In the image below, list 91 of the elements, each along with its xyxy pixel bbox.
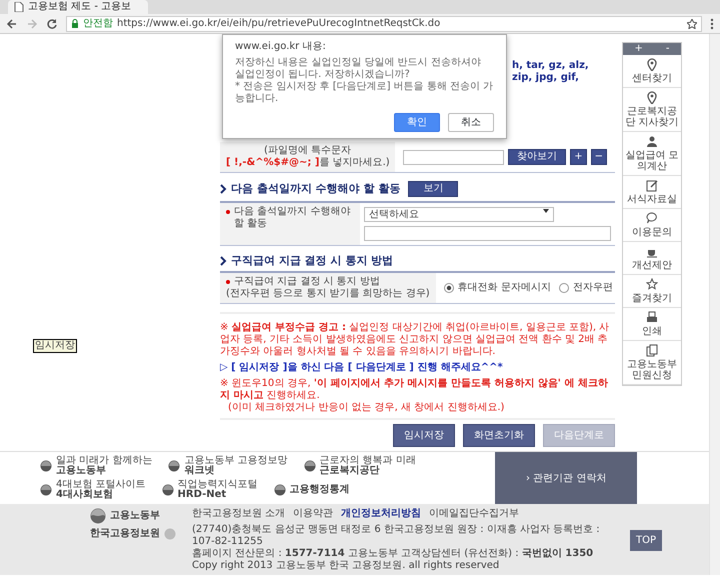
footer-link[interactable]: 이용약관 bbox=[293, 508, 334, 520]
partner-logo-icon bbox=[40, 484, 52, 496]
ministry-logo-text: 고용노동부 bbox=[110, 510, 160, 522]
logo-name[interactable]: HRD-Net bbox=[178, 490, 258, 500]
action-button[interactable]: 임시저장 bbox=[393, 424, 455, 448]
logo-caption: 4대보험 포털사이트 bbox=[56, 480, 146, 490]
notice-text: ▷ [ 임시저장 ]을 하신 다음 [ 다음단계로 ] 진행 해주세요^^* bbox=[220, 362, 504, 374]
quick-menu-item[interactable]: 센터찾기 bbox=[623, 55, 681, 88]
remove-button[interactable]: − bbox=[590, 149, 607, 165]
footer-link[interactable]: 이메일집단수집거부 bbox=[429, 508, 520, 520]
radio-label[interactable]: 휴대전화 문자메시지 bbox=[458, 282, 551, 294]
quick-menu-item[interactable]: 고용노동부 민원신청 bbox=[623, 341, 681, 385]
view-button[interactable]: 보기 bbox=[408, 181, 458, 197]
notice-text: ※ 실업급여 부정수급 경고 : 실업인정 대상기간에 취업(아르바이트, 일용근로 포함), 사업자 등록, 기타 소득이 발생하였음에도 신고하지 않으면 실업급여 전액 환수 및 2배 추가징수와 아울러 형사처벌 될 수 있음을 유의하시기 바랍니다. bbox=[220, 322, 610, 358]
quick-menu-item[interactable]: 개선제안 bbox=[623, 242, 681, 275]
institute-logo-text: 한국고용정보원 bbox=[90, 528, 160, 540]
notice-text: ※ 윈도우10의 경우, '이 페이지에서 추가 메시지를 만들도록 허용하지 않음' 에 체크하지 마시고 진행하세요. bbox=[220, 378, 609, 402]
partner-logo-icon bbox=[40, 460, 52, 472]
activity-detail-field[interactable] bbox=[364, 226, 611, 241]
chat-icon bbox=[646, 212, 658, 225]
quick-menu-item[interactable]: 근로복지공단 지사찾기 bbox=[623, 88, 681, 132]
page-icon bbox=[14, 2, 24, 12]
related-agencies-button[interactable]: › 관련기관 연락처 bbox=[495, 452, 638, 504]
logo-name[interactable]: 고용행정통계 bbox=[290, 485, 350, 496]
section-heading: 구직급여 지급 결정 시 통지 방법 bbox=[231, 254, 394, 268]
printer-icon bbox=[646, 311, 658, 324]
field-label: 구직급여 지급 결정 시 통지 방법 bbox=[234, 276, 380, 288]
copyright-text: Copy right 2013 고용노동부 한국 고용정보원. all rights reserved bbox=[192, 560, 500, 572]
person-icon bbox=[646, 135, 658, 148]
logo-name[interactable]: 워크넷 bbox=[184, 466, 288, 476]
radio-button[interactable] bbox=[444, 283, 454, 294]
scrollbar[interactable] bbox=[709, 34, 720, 575]
activity-select[interactable]: 선택하세요 bbox=[364, 207, 554, 222]
secure-label: 안전함 bbox=[83, 16, 113, 30]
quick-menu-item[interactable]: 서식자료실 bbox=[623, 176, 681, 209]
footer-link[interactable]: 한국고용정보원 소개 bbox=[192, 508, 286, 520]
documents-icon bbox=[646, 344, 658, 357]
partner-logo-icon bbox=[168, 460, 180, 472]
file-extensions-text: h, tar, gz, alz, zip, jpg, gif, bbox=[512, 60, 590, 84]
browse-button[interactable]: 찾아보기 bbox=[508, 149, 566, 165]
dialog-message: 저장하신 내용은 실업인정일 당일에 반드시 전송하셔야 실업인정이 됩니다. 저장하시겠습니까? * 전송은 임시저장 후 [다음단계로] 버튼을 통해 전송이 가능합니다. bbox=[235, 57, 494, 105]
institute-mark-icon bbox=[164, 528, 176, 540]
collapse-button[interactable]: - bbox=[666, 43, 670, 55]
menu-icon[interactable] bbox=[710, 18, 714, 30]
expand-button[interactable]: + bbox=[634, 43, 643, 55]
partner-logo-icon bbox=[304, 460, 316, 472]
logo-caption: 일과 미래가 함께하는 bbox=[56, 456, 152, 466]
top-button[interactable]: TOP bbox=[630, 530, 662, 551]
logo-name[interactable]: 고용노동부 bbox=[56, 466, 152, 476]
logo-name[interactable]: 4대사회보험 bbox=[56, 490, 146, 500]
dialog-title: www.ei.go.kr 내용: bbox=[235, 41, 327, 53]
lock-icon bbox=[71, 18, 79, 28]
footer-link[interactable]: 개인정보처리방침 bbox=[341, 508, 422, 520]
logo-caption: 직업능력지식포털 bbox=[178, 480, 258, 490]
star-icon bbox=[646, 278, 658, 291]
caret-icon bbox=[543, 208, 549, 214]
emblem-icon bbox=[90, 508, 106, 524]
back-icon[interactable] bbox=[6, 18, 18, 30]
section-heading: 다음 출석일까지 수행해야 할 활동 bbox=[231, 182, 400, 196]
add-button[interactable]: + bbox=[570, 149, 587, 165]
field-label: 다음 출석일까지 수행해야 할 활동 bbox=[234, 206, 352, 231]
logo-name[interactable]: 근로복지공단 bbox=[320, 466, 416, 476]
cancel-button[interactable]: 취소 bbox=[448, 113, 494, 132]
floating-label: 임시저장 bbox=[33, 339, 77, 353]
file-path-field[interactable] bbox=[403, 150, 504, 164]
chevron-icon bbox=[220, 256, 227, 266]
quick-menu-item[interactable]: 인쇄 bbox=[623, 308, 681, 341]
file-note: (파일명에 특수문자 [ !,-&^%$#@~; ]를 넣지마세요.) bbox=[220, 142, 395, 172]
field-hint: (전자우편 등으로 통지 받기를 희망하는 경우) bbox=[226, 288, 430, 300]
pin-icon bbox=[646, 58, 658, 71]
action-button[interactable]: 화면초기화 bbox=[463, 424, 535, 448]
chevron-icon bbox=[220, 184, 227, 194]
pin-icon bbox=[646, 91, 658, 104]
logo-caption: 근로자의 행복과 미래 bbox=[320, 456, 416, 466]
radio-button[interactable] bbox=[558, 283, 569, 294]
partner-logo-icon bbox=[274, 484, 286, 496]
logo-caption: 고용노동부 고용정보망 bbox=[184, 456, 288, 466]
quick-menu-item[interactable]: 이용문의 bbox=[623, 209, 681, 242]
pencil-icon bbox=[646, 179, 658, 192]
notice-text: (이미 체크하였거나 반응이 없는 경우, 새 창에서 진행하세요.) bbox=[227, 402, 506, 414]
star-icon[interactable] bbox=[687, 18, 697, 28]
partner-logo-icon bbox=[162, 484, 174, 496]
address-text: (27740)충청북도 음성군 맹동면 태정로 6 한국고용정보원 원장 : 이재흥 사업자 등록번호 : 107-82-11255 bbox=[192, 524, 601, 548]
address-bar[interactable]: 안전함 https://www.ei.go.kr/ei/eih/pu/retrievePuUrecogIntnetReqstCk.do bbox=[66, 16, 702, 32]
contact-text: 홈페이지 전산문의 : 1577-7114 고용노동부 고객상담센터 (유선전화) : 국번없이 1350 bbox=[192, 548, 594, 560]
radio-label[interactable]: 전자우편 bbox=[572, 282, 613, 294]
reload-icon[interactable] bbox=[46, 18, 58, 30]
quick-menu-item[interactable]: 즐겨찾기 bbox=[623, 275, 681, 308]
url-text: https://www.ei.go.kr/ei/eih/pu/retrievePuUrecogIntnetReqstCk.do bbox=[117, 16, 440, 30]
browser-tab[interactable]: 고용보험 제도 - 고용보 bbox=[8, 0, 148, 14]
quick-menu-item[interactable]: 실업급여 모의계산 bbox=[623, 132, 681, 176]
